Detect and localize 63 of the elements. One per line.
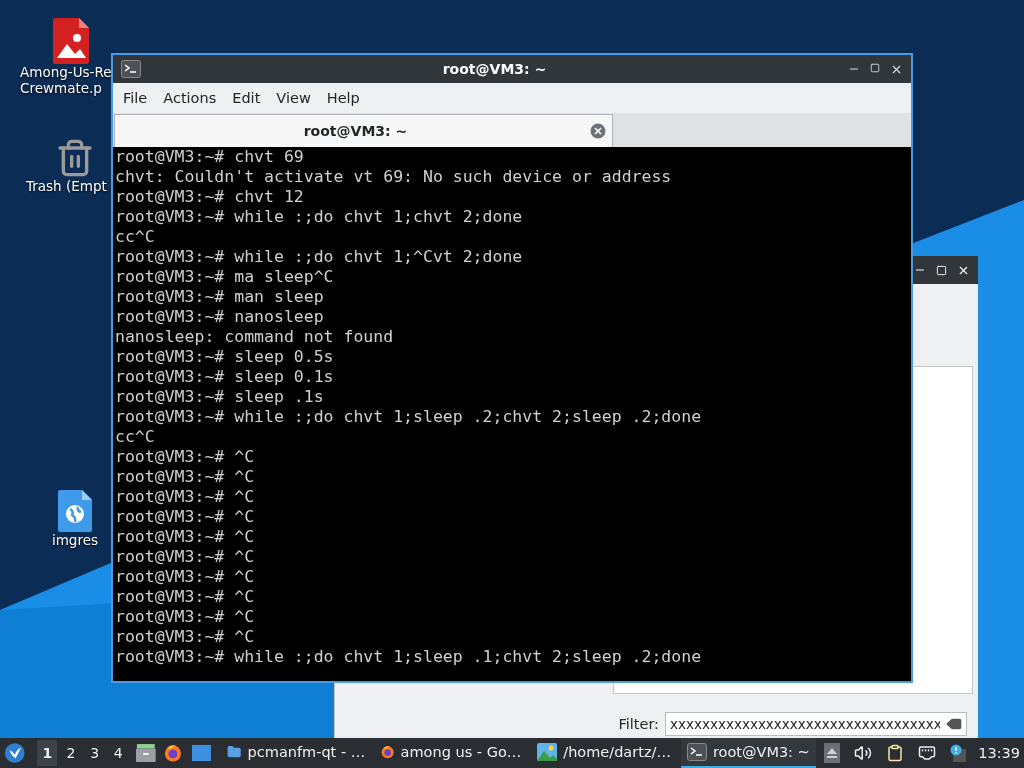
terminal-line: root@VM3:~# ^C — [115, 607, 255, 627]
task-button[interactable]: root@VM3: ~ — [680, 738, 817, 768]
start-menu-icon[interactable] — [4, 741, 26, 765]
terminal-line: root@VM3:~# ^C — [115, 587, 255, 607]
show-desktop-icon[interactable] — [191, 744, 212, 762]
terminal-line: cc^C — [115, 427, 155, 447]
image-file-icon[interactable] — [53, 18, 89, 64]
menu-item[interactable]: Edit — [224, 90, 269, 106]
menu-item[interactable]: View — [268, 90, 319, 106]
desktop-switch[interactable]: 1 — [37, 740, 58, 766]
clock: 13:39 — [978, 745, 1020, 761]
image-icon[interactable] — [537, 743, 558, 761]
task-button[interactable]: /home/dartz/… — [531, 738, 677, 768]
terminal-line: cc^C — [115, 227, 155, 247]
terminal-line: root@VM3:~# ^C — [115, 507, 255, 527]
desktop-switch[interactable]: 4 — [108, 740, 129, 766]
terminal-tab[interactable]: root@VM3: ~ — [114, 114, 613, 147]
maximize-icon[interactable] — [870, 62, 880, 73]
terminal-line: root@VM3:~# while :;do chvt 1;chvt 2;done — [115, 207, 523, 227]
terminal-line: root@VM3:~# ma sleep^C — [115, 267, 334, 287]
terminal-line: root@VM3:~# sleep .1s — [115, 387, 324, 407]
terminal-line: root@VM3:~# chvt 12 — [115, 187, 304, 207]
eject-icon[interactable] — [824, 743, 841, 763]
terminal-line: root@VM3:~# ^C — [115, 527, 255, 547]
icon-label: Trash (Empt — [26, 178, 107, 194]
web-file-icon[interactable] — [58, 490, 92, 532]
terminal-line: root@VM3:~# while :;do chvt 1;^Cvt 2;done — [115, 247, 523, 267]
terminal-line: root@VM3:~# chvt 69 — [115, 147, 304, 167]
menu-item[interactable]: Help — [318, 90, 368, 106]
terminal-icon[interactable] — [686, 743, 707, 761]
task-button[interactable]: pcmanfm-qt - … — [221, 738, 372, 768]
terminal-line: root@VM3:~# man sleep — [115, 287, 324, 307]
terminal-line: nanosleep: command not found — [115, 327, 394, 347]
task-button[interactable]: among us - Go… — [375, 738, 528, 768]
browser-icon[interactable] — [163, 743, 182, 763]
network-icon[interactable] — [918, 744, 937, 762]
window-title: root@VM3: ~ — [441, 61, 548, 77]
menu-item[interactable]: File — [115, 90, 156, 106]
terminal-line: root@VM3:~# ^C — [115, 547, 255, 567]
terminal-line: root@VM3:~# ^C — [115, 467, 255, 487]
clear-icon[interactable] — [946, 716, 962, 732]
terminal-line: chvt: Couldn't activate vt 69: No such device or address — [115, 167, 672, 187]
icon-label: Among-Us-Re — [20, 64, 112, 80]
terminal-line: root@VM3:~# sleep 0.5s — [115, 347, 334, 367]
filter-label: Filter: — [618, 716, 659, 732]
terminal-line: root@VM3:~# ^C — [115, 487, 255, 507]
volume-icon[interactable] — [854, 744, 873, 762]
terminal-line: root@VM3:~# sleep 0.1s — [115, 367, 334, 387]
terminal-icon — [121, 60, 141, 78]
icon-label: imgres — [51, 532, 99, 548]
notification-icon[interactable] — [950, 744, 967, 762]
terminal-line: root@VM3:~# nanosleep — [115, 307, 324, 327]
file-cabinet-icon[interactable] — [136, 743, 156, 763]
terminal-line: root@VM3:~# while :;do chvt 1;sleep .1;chvt 2;sleep .2;done — [115, 647, 702, 667]
terminal-line: root@VM3:~# ^C — [115, 447, 255, 467]
terminal-line: root@VM3:~# ^C — [115, 627, 255, 647]
menu-item[interactable]: Actions — [155, 90, 225, 106]
desktop-switch[interactable]: 2 — [61, 740, 81, 766]
desktop-switch[interactable]: 3 — [84, 740, 105, 766]
terminal-line: root@VM3:~# while :;do chvt 1;sleep .2;chvt 2;sleep .2;done — [115, 407, 702, 427]
clipboard-icon[interactable] — [886, 744, 905, 762]
terminal-line: root@VM3:~# ^C — [115, 567, 255, 587]
icon-label: Crewmate.p — [20, 80, 102, 96]
